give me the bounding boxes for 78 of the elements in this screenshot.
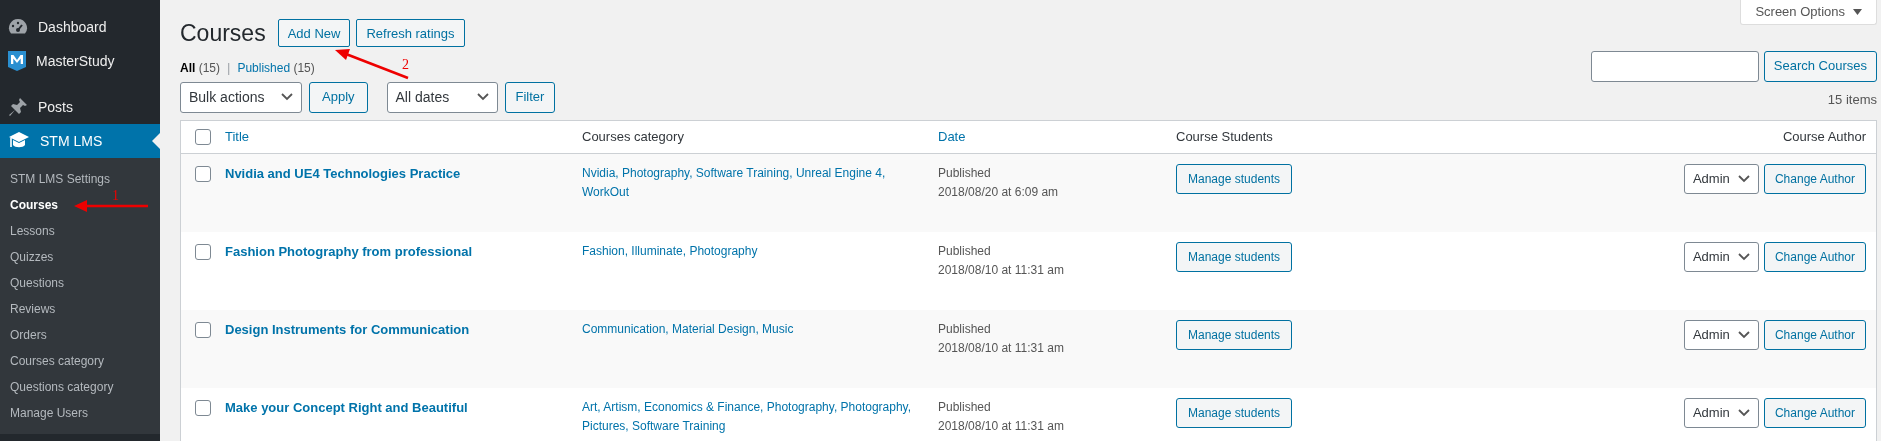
page-title: Courses — [180, 19, 266, 48]
items-count: 15 items — [1827, 90, 1877, 109]
view-filter-link[interactable]: All (15) — [180, 58, 220, 77]
triangle-down-icon — [1853, 9, 1862, 15]
current-menu-pointer-icon — [152, 133, 160, 149]
change-author-button[interactable]: Change Author — [1763, 319, 1866, 350]
post-status: Published — [938, 164, 992, 182]
checkbox[interactable] — [195, 399, 211, 416]
sidebar-menu-item[interactable]: MasterStudy — [0, 44, 160, 78]
course-title-link[interactable]: Design Instruments for Communication — [225, 321, 470, 337]
change-author-button[interactable]: Change Author — [1763, 397, 1866, 428]
post-status: Published — [938, 320, 992, 338]
sidebar-menu-item[interactable]: Posts — [0, 90, 160, 124]
sidebar-submenu-item[interactable]: Quizzes — [0, 244, 64, 270]
post-date: 2018/08/10 at 11:31 am — [938, 417, 1065, 435]
author-select[interactable]: Admin — [1683, 319, 1759, 350]
column-header: Course Students — [1176, 128, 1273, 144]
category-links[interactable]: Communication, Material Design, Music — [582, 319, 918, 339]
search-field[interactable] — [1590, 50, 1759, 82]
chevron-down-icon — [1737, 174, 1750, 183]
sidebar-menu-item[interactable]: STM LMS — [0, 124, 160, 158]
filter-button[interactable]: Filter — [504, 81, 556, 113]
sidebar-submenu-item[interactable]: Orders — [0, 322, 57, 348]
annotation-number: 1 — [112, 187, 119, 205]
sidebar-submenu-item[interactable]: Courses category — [0, 348, 115, 374]
course-title-link[interactable]: Nvidia and UE4 Technologies Practice — [225, 165, 461, 181]
gauge-icon — [8, 18, 28, 36]
post-date: 2018/08/10 at 11:31 am — [938, 339, 1065, 357]
annotation-number: 2 — [402, 56, 409, 74]
pushpin-icon — [8, 97, 28, 117]
category-links[interactable]: Art, Artism, Economics & Finance, Photography, Photography, Pictures, Software Training — [582, 397, 918, 436]
course-title-link[interactable]: Make your Concept Right and Beautiful — [225, 399, 468, 415]
post-date: 2018/08/20 at 6:09 am — [938, 183, 1060, 201]
course-title-link[interactable]: Fashion Photography from professional — [225, 243, 473, 259]
checkbox[interactable] — [195, 128, 211, 145]
post-status: Published — [938, 242, 992, 260]
apply-button[interactable]: Apply — [309, 81, 368, 113]
chevron-down-icon — [1737, 408, 1750, 417]
chevron-down-icon — [1737, 330, 1750, 339]
title-action-button[interactable]: Add New — [277, 19, 351, 48]
column-header: Courses category — [582, 128, 684, 144]
title-action-button[interactable]: Refresh ratings — [356, 19, 465, 48]
sidebar-submenu-item[interactable]: Reviews — [0, 296, 66, 322]
manage-students-button[interactable]: Manage students — [1176, 319, 1293, 350]
column-header: Course Author — [1782, 128, 1866, 144]
sortable-column-header[interactable]: Title — [225, 128, 250, 144]
checkbox[interactable] — [195, 321, 211, 338]
sidebar-submenu-item[interactable]: Courses — [0, 192, 69, 218]
sidebar-submenu-item[interactable]: Questions category — [0, 374, 124, 400]
post-date: 2018/08/10 at 11:31 am — [938, 261, 1065, 279]
chevron-down-icon — [1737, 252, 1750, 261]
view-filter-link[interactable]: Published (15) — [237, 58, 315, 77]
author-select[interactable]: Admin — [1683, 397, 1759, 428]
manage-students-button[interactable]: Manage students — [1176, 397, 1293, 428]
change-author-button[interactable]: Change Author — [1763, 163, 1866, 194]
search-button[interactable]: Search Courses — [1763, 50, 1877, 82]
sidebar-submenu-item[interactable]: Questions — [0, 270, 75, 296]
category-links[interactable]: Fashion, Illuminate, Photography — [582, 241, 918, 261]
author-select[interactable]: Admin — [1683, 163, 1759, 194]
sidebar-submenu-item[interactable]: Manage Users — [0, 400, 99, 426]
manage-students-button[interactable]: Manage students — [1176, 163, 1293, 194]
sidebar-menu-item[interactable]: Dashboard — [0, 10, 160, 44]
change-author-button[interactable]: Change Author — [1763, 241, 1866, 272]
date-filter-select[interactable]: All dates — [386, 81, 498, 113]
sortable-column-header[interactable]: Date — [938, 128, 966, 144]
letter-logo-icon — [8, 51, 26, 71]
chevron-down-icon — [476, 93, 489, 101]
post-status: Published — [938, 398, 992, 416]
bulk-actions-select[interactable]: Bulk actions — [180, 81, 302, 113]
view-separator: | — [227, 58, 231, 77]
chevron-down-icon — [281, 93, 293, 101]
author-select[interactable]: Admin — [1683, 241, 1759, 272]
category-links[interactable]: Nvidia, Photography, Software Training, Unreal Engine 4, WorkOut — [582, 163, 918, 202]
manage-students-button[interactable]: Manage students — [1176, 241, 1293, 272]
sidebar-submenu-item[interactable]: Lessons — [0, 218, 65, 244]
checkbox[interactable] — [195, 165, 211, 182]
screen-options-tab[interactable]: Screen Options — [1740, 0, 1877, 25]
checkbox[interactable] — [195, 243, 211, 260]
